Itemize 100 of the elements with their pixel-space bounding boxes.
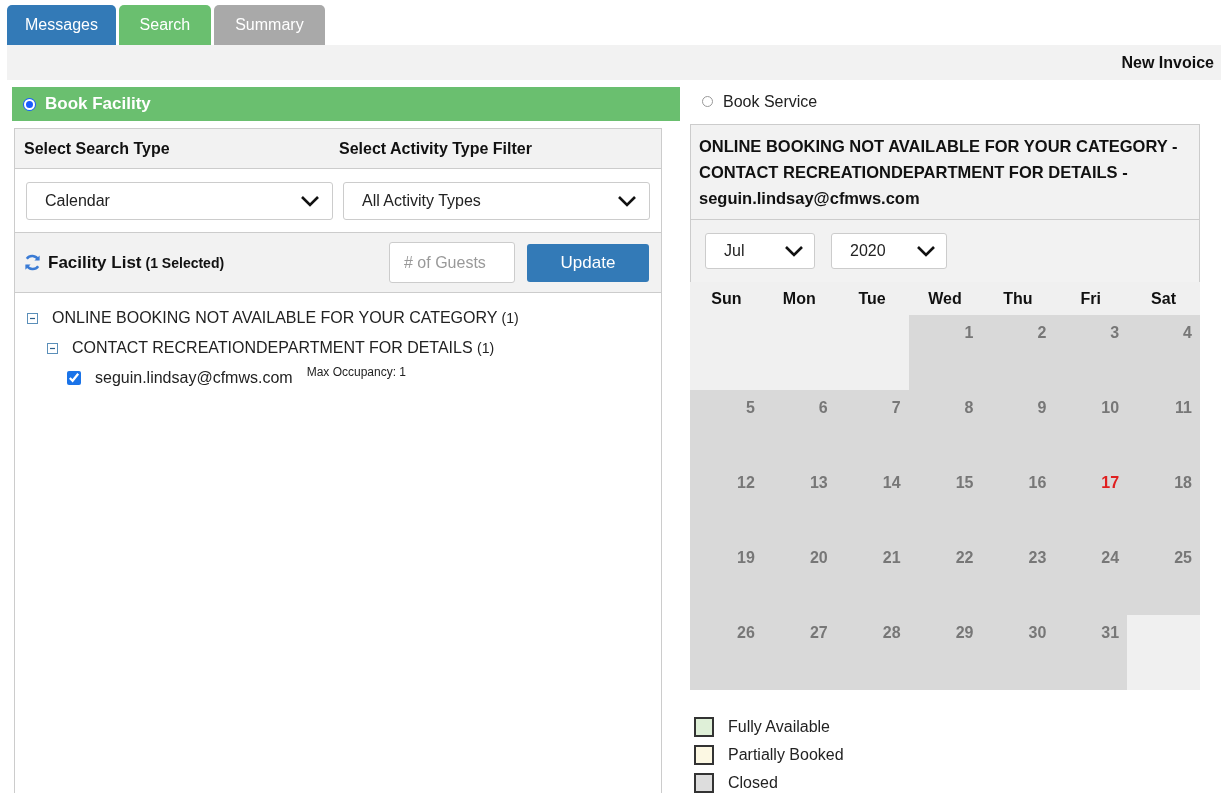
activity-filter-dropdown[interactable]: All Activity Types — [343, 182, 650, 220]
day-number: 7 — [891, 399, 901, 417]
day-cell[interactable]: 24 — [1054, 540, 1128, 615]
day-number: 19 — [737, 549, 755, 567]
radio-button[interactable] — [702, 96, 713, 107]
weekday-header: Thu — [981, 282, 1055, 315]
day-number: 2 — [1037, 324, 1047, 342]
year-dropdown[interactable]: 2020 — [831, 233, 947, 269]
selected-count: (1 Selected) — [145, 254, 225, 271]
day-number: 30 — [1028, 624, 1047, 642]
day-cell[interactable]: 12 — [690, 465, 763, 540]
field-label: Select Search Type — [24, 139, 171, 158]
weekday-header: Sat — [1127, 282, 1200, 315]
chevron-down-icon — [916, 245, 936, 257]
day-number: 28 — [882, 624, 901, 642]
day-number: 20 — [809, 549, 828, 567]
guests-field[interactable]: # of Guests — [389, 242, 515, 283]
day-number: 29 — [955, 624, 974, 642]
day-cell[interactable]: 15 — [908, 465, 982, 540]
day-number: 1 — [964, 324, 974, 342]
day-number: 14 — [882, 474, 901, 492]
chevron-down-icon — [784, 245, 804, 257]
day-cell[interactable]: 4 — [1127, 315, 1200, 390]
day-number: 9 — [1037, 399, 1047, 417]
checkbox[interactable] — [67, 371, 81, 385]
day-cell[interactable]: 10 — [1054, 390, 1128, 465]
day-number: 12 — [737, 474, 755, 492]
field-label: Select Activity Type Filter — [339, 139, 533, 158]
collapse-icon[interactable] — [27, 312, 38, 324]
legend-label: Partially Booked — [728, 746, 844, 764]
search-type-dropdown[interactable]: Calendar — [26, 182, 333, 220]
legend-label: Fully Available — [728, 718, 830, 736]
day-number: 4 — [1183, 324, 1192, 342]
weekday-header: Tue — [835, 282, 909, 315]
day-number: 25 — [1174, 549, 1192, 567]
day-number: 31 — [1101, 624, 1120, 642]
radio-option[interactable]: Book Facility — [12, 87, 680, 121]
day-number: 11 — [1175, 399, 1192, 417]
day-cell[interactable]: 19 — [690, 540, 763, 615]
day-cell[interactable]: 5 — [690, 390, 763, 465]
chevron-down-icon — [300, 195, 320, 207]
radio-option[interactable]: Book Service — [690, 87, 1200, 116]
day-cell[interactable]: 25 — [1127, 540, 1200, 615]
refresh-icon[interactable] — [23, 253, 42, 272]
day-cell[interactable]: 20 — [762, 540, 836, 615]
day-cell[interactable]: 31 — [1054, 615, 1128, 690]
day-cell[interactable]: 27 — [762, 615, 836, 690]
tab[interactable]: Messages — [7, 5, 116, 45]
day-cell[interactable]: 17 — [1054, 465, 1128, 540]
day-cell[interactable]: 18 — [1127, 465, 1200, 540]
occupancy-note: Max Occupancy: 1 — [306, 365, 406, 379]
update-button[interactable]: Update — [527, 243, 649, 282]
booking-message: ONLINE BOOKING NOT AVAILABLE FOR YOUR CATEGORY - CONTACT RECREATIONDEPARTMENT FOR DETAILS - seguin.lindsay@cfmws.com — [690, 124, 1200, 220]
day-cell[interactable]: 1 — [908, 315, 982, 390]
day-number: 18 — [1174, 474, 1192, 492]
day-cell[interactable]: 7 — [835, 390, 909, 465]
day-cell[interactable]: 3 — [1054, 315, 1128, 390]
day-cell[interactable]: 29 — [908, 615, 982, 690]
day-cell[interactable]: 2 — [981, 315, 1055, 390]
weekday-header: Sun — [690, 282, 763, 315]
day-cell[interactable]: 9 — [981, 390, 1055, 465]
legend-label: Closed — [728, 774, 778, 792]
day-cell[interactable]: 30 — [981, 615, 1055, 690]
collapse-icon[interactable] — [47, 342, 58, 354]
day-cell[interactable]: 16 — [981, 465, 1055, 540]
month-dropdown[interactable]: Jul — [705, 233, 815, 269]
day-cell[interactable]: 8 — [908, 390, 982, 465]
day-number: 6 — [818, 399, 828, 417]
day-number: 24 — [1101, 549, 1120, 567]
tab[interactable]: Search — [118, 5, 211, 45]
day-number: 22 — [955, 549, 974, 567]
day-cell[interactable]: 23 — [981, 540, 1055, 615]
tree-item[interactable]: CONTACT RECREATIONDEPARTMENT FOR DETAILS (1) — [72, 339, 495, 357]
day-number: 13 — [809, 474, 828, 492]
day-number: 5 — [745, 399, 755, 417]
day-number: 8 — [964, 399, 974, 417]
day-number: 26 — [737, 624, 755, 642]
day-cell[interactable]: 21 — [835, 540, 909, 615]
day-number: 17 — [1101, 474, 1120, 492]
day-number: 27 — [809, 624, 828, 642]
weekday-header: Mon — [762, 282, 836, 315]
chevron-down-icon — [617, 195, 637, 207]
day-cell[interactable]: 6 — [762, 390, 836, 465]
day-number: 15 — [955, 474, 974, 492]
facility-item[interactable]: seguin.lindsay@cfmws.com — [95, 369, 293, 387]
day-cell[interactable]: 22 — [908, 540, 982, 615]
day-cell[interactable]: 11 — [1127, 390, 1200, 465]
day-number: 21 — [882, 549, 901, 567]
day-number: 3 — [1110, 324, 1120, 342]
day-number: 16 — [1028, 474, 1047, 492]
tree-item[interactable]: ONLINE BOOKING NOT AVAILABLE FOR YOUR CATEGORY (1) — [52, 309, 519, 327]
day-cell[interactable]: 28 — [835, 615, 909, 690]
day-number: 10 — [1101, 399, 1120, 417]
day-cell[interactable]: 26 — [690, 615, 763, 690]
day-number: 23 — [1028, 549, 1047, 567]
section-title: Facility List — [48, 252, 142, 273]
weekday-header: Wed — [908, 282, 982, 315]
day-cell[interactable]: 14 — [835, 465, 909, 540]
day-cell[interactable]: 13 — [762, 465, 836, 540]
weekday-header: Fri — [1054, 282, 1128, 315]
